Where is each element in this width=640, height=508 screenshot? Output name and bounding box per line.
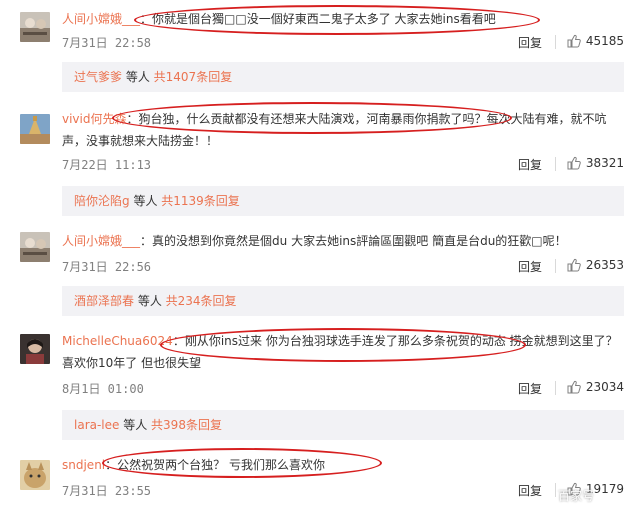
thumbs-up-icon [567,380,581,394]
divider [555,381,556,395]
comment-meta: 7月22日 11:13 回复 38321 [62,156,624,174]
comment-username[interactable]: sndjenl [62,458,105,472]
user-avatar[interactable] [20,232,50,262]
comment-body: sndjenl：公然祝贺两个台独？ 亏我们那么喜欢你 [62,458,325,472]
reply-user[interactable]: 陪你沦陷g [74,194,130,208]
comment-text: 公然祝贺两个台独？ 亏我们那么喜欢你 [117,458,325,472]
like-button[interactable]: 38321 [567,156,624,170]
thumbs-up-icon [567,258,581,272]
comment-timestamp: 7月22日 11:13 [62,158,152,172]
comment-username[interactable]: MichelleChua6024 [62,334,173,348]
comment-username[interactable]: 人间小嫦娥___ [62,234,140,248]
like-count: 45185 [585,34,624,48]
comment: vivid何先森：狗台独，什么贡献都没有还想来大陆演戏，河南暴雨你捐款了吗？每次… [0,100,640,218]
comment-timestamp: 7月31日 23:55 [62,484,152,498]
like-button[interactable]: 23034 [567,380,624,394]
comment-body: MichelleChua6024：刚从你ins过来 你为台独羽球选手连发了那么多… [62,334,618,370]
reply-button[interactable]: 回复 [518,380,542,397]
like-button[interactable]: 45185 [567,34,624,48]
reply-summary[interactable]: 陪你沦陷g 等人 共1139条回复 [62,186,624,216]
comment-body: 人间小嫦娥___：你就是個台獨□□没一個好東西二鬼子太多了 大家去她ins看看吧 [62,12,496,26]
thumbs-up-icon [567,34,581,48]
reply-count[interactable]: 共398条回复 [151,418,222,432]
comment: MichelleChua6024：刚从你ins过来 你为台独羽球选手连发了那么多… [0,322,640,444]
reply-count[interactable]: 共1139条回复 [161,194,240,208]
thumbs-up-icon [567,156,581,170]
user-avatar[interactable] [20,114,50,144]
comment-timestamp: 8月1日 01:00 [62,382,144,396]
comment-timestamp: 7月31日 22:56 [62,260,152,274]
comment-meta: 7月31日 23:55 回复 19179 [62,482,624,500]
like-count: 26353 [585,258,624,272]
comment-text: 真的没想到你竟然是個du 大家去她ins評論區圍觀吧 簡直是台du的狂歡□呢！ [152,234,567,248]
comment: 人间小嫦娥___：你就是個台獨□□没一個好東西二鬼子太多了 大家去她ins看看吧… [0,0,640,100]
comment: 人间小嫦娥___：真的没想到你竟然是個du 大家去她ins評論區圍觀吧 簡直是台… [0,218,640,322]
comment-body: vivid何先森：狗台独，什么贡献都没有还想来大陆演戏，河南暴雨你捐款了吗？每次… [62,112,607,148]
like-button[interactable]: 26353 [567,258,624,272]
reply-button[interactable]: 回复 [518,34,542,51]
reply-count[interactable]: 共1407条回复 [154,70,233,84]
reply-button[interactable]: 回复 [518,156,542,173]
comment-text: 狗台独，什么贡献都没有还想来大陆演戏，河南暴雨你捐款了吗？每次大陆有难，就不吭声… [62,112,607,148]
comment-timestamp: 7月31日 22:58 [62,36,152,50]
user-avatar[interactable] [20,12,50,42]
reply-user[interactable]: lara-lee [74,418,119,432]
like-count: 23034 [585,380,624,394]
like-count: 38321 [585,156,624,170]
reply-count[interactable]: 共234条回复 [166,294,237,308]
reply-summary[interactable]: 酒部泽部春 等人 共234条回复 [62,286,624,316]
user-avatar[interactable] [20,334,50,364]
divider [555,35,556,49]
reply-button[interactable]: 回复 [518,258,542,275]
comment: sndjenl：公然祝贺两个台独？ 亏我们那么喜欢你 7月31日 23:55 回… [0,444,640,508]
comment-username[interactable]: 人间小嫦娥___ [62,12,140,26]
reply-button[interactable]: 回复 [518,482,542,499]
reply-summary[interactable]: 过气爹爹 等人 共1407条回复 [62,62,624,92]
reply-user[interactable]: 过气爹爹 [74,70,122,84]
reply-user[interactable]: 酒部泽部春 [74,294,134,308]
comment-body: 人间小嫦娥___：真的没想到你竟然是個du 大家去她ins評論區圍觀吧 簡直是台… [62,234,567,248]
watermark: 百家号 [557,489,594,503]
comment-text: 你就是個台獨□□没一個好東西二鬼子太多了 大家去她ins看看吧 [152,12,496,26]
comment-meta: 7月31日 22:58 回复 45185 [62,34,624,52]
comment-username[interactable]: vivid何先森 [62,112,127,126]
comment-meta: 7月31日 22:56 回复 26353 [62,258,624,276]
divider [555,157,556,171]
comment-meta: 8月1日 01:00 回复 23034 [62,380,624,398]
reply-summary[interactable]: lara-lee 等人 共398条回复 [62,410,624,440]
divider [555,259,556,273]
divider [555,483,556,497]
user-avatar[interactable] [20,460,50,490]
